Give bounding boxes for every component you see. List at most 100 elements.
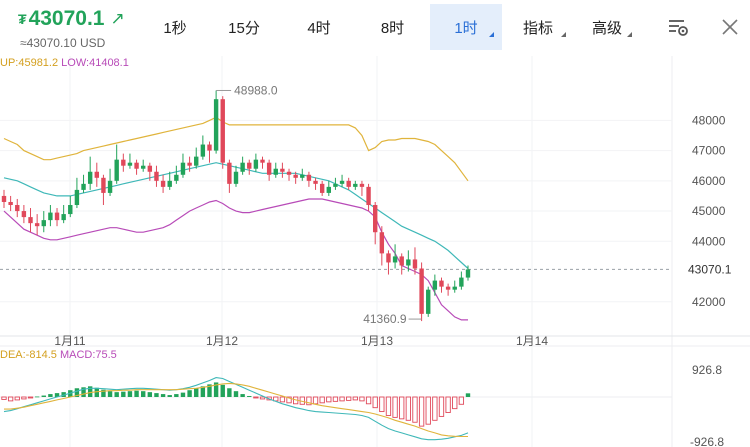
macd-bar	[114, 392, 119, 397]
candle-body	[306, 174, 312, 181]
macd-bar	[452, 396, 458, 410]
close-icon[interactable]	[719, 16, 741, 38]
macd-bar	[312, 396, 319, 405]
candle-body	[167, 180, 172, 187]
macd-value: MACD:75.5	[59, 349, 117, 361]
low-price-label: 41360.9	[363, 312, 407, 326]
candle-body	[41, 220, 46, 227]
candle-body	[392, 256, 398, 263]
macd-top-tick: 926.8	[692, 363, 722, 377]
candle-body	[326, 186, 331, 193]
candlestick-chart[interactable]: 48000 47000 46000 45000 44000 42000 1月11 1月12 1月…	[0, 56, 750, 447]
macd-bar	[399, 396, 405, 420]
candle-body	[227, 162, 232, 184]
dropdown-triangle-icon	[627, 32, 632, 37]
dea-value: DEA:-814.5	[0, 349, 57, 361]
macd-bar	[339, 396, 345, 402]
candle-body	[213, 99, 219, 151]
macd-bar	[107, 391, 113, 397]
macd-bar	[167, 395, 172, 397]
tab-label: 1时	[454, 19, 478, 37]
tab-label: 指标	[522, 19, 553, 37]
macd-bar	[121, 391, 126, 397]
candle-body	[101, 177, 106, 193]
macd-bar	[233, 391, 239, 397]
candle-body	[465, 269, 471, 278]
arrow-up-right-icon: ↗	[110, 9, 125, 28]
macd-bar	[359, 396, 365, 402]
macd-bar	[247, 396, 252, 397]
last-price-label: 43070.1	[688, 262, 732, 276]
macd-bar	[412, 396, 418, 423]
macd-bar	[405, 396, 411, 421]
timeframe-tabs: 1秒 15分 4时 8时 1时 指标 高级	[145, 4, 640, 50]
candle-body	[406, 259, 411, 266]
macd-bar	[279, 396, 286, 403]
candle-body	[353, 183, 358, 187]
macd-bar	[227, 388, 232, 397]
tab-1h[interactable]: 1时	[430, 4, 502, 50]
candle-body	[399, 256, 404, 266]
y-tick-label: 46000	[692, 174, 726, 188]
macd-bar	[1, 396, 7, 400]
dropdown-triangle-icon	[561, 32, 566, 37]
dif-line	[3, 377, 469, 441]
candle-body	[293, 174, 298, 178]
candle-body	[174, 174, 179, 181]
candle-body	[313, 180, 318, 184]
y-tick-label: 44000	[692, 234, 726, 248]
x-tick-label: 1月12	[206, 334, 238, 348]
price-value: 43070.1	[28, 7, 105, 30]
currency-symbol: ₮	[18, 11, 27, 27]
candle-body	[147, 165, 153, 172]
macd-bar	[21, 396, 27, 400]
boll-low-value: LOW:41408.1	[61, 57, 129, 69]
candle-body	[359, 183, 365, 187]
macd-bar	[379, 396, 385, 413]
tab-1s[interactable]: 1秒	[145, 4, 205, 50]
indicators-menu[interactable]: 指标	[502, 4, 574, 50]
candle-body	[220, 99, 225, 163]
candle-body	[286, 171, 292, 175]
candle-body	[28, 217, 33, 224]
candle-body	[273, 168, 278, 175]
fiat-price: ≈43070.10 USD	[20, 36, 106, 50]
candle-body	[68, 205, 73, 215]
candle-body	[452, 286, 457, 290]
macd-bar	[418, 396, 425, 427]
macd-bar	[147, 392, 153, 397]
header: ₮ 43070.1 ↗ ≈43070.10 USD 1秒 15分 4时 8时 1…	[0, 0, 750, 56]
candle-body	[280, 168, 285, 172]
macd-bar	[365, 396, 372, 405]
dropdown-triangle-icon	[489, 32, 494, 37]
high-price-label: 48988.0	[234, 83, 278, 97]
macd-bar	[319, 396, 325, 404]
candle-body	[333, 183, 338, 187]
tab-15m[interactable]: 15分	[205, 4, 283, 50]
x-tick-label: 1月13	[361, 334, 393, 348]
macd-bar	[14, 396, 20, 401]
candle-body	[15, 205, 20, 212]
tab-8h[interactable]: 8时	[355, 4, 430, 50]
macd-bar	[432, 396, 438, 421]
tab-4h[interactable]: 4时	[283, 4, 355, 50]
macd-bar	[174, 394, 179, 397]
axis-labels: 48000 47000 46000 45000 44000 42000 1月11 1月12 1月…	[54, 83, 731, 447]
macd-bar	[127, 391, 133, 397]
candle-body	[432, 280, 438, 290]
macd-bar	[141, 391, 146, 397]
macd-bar	[34, 396, 40, 398]
advanced-menu[interactable]: 高级	[574, 4, 640, 50]
x-tick-label: 1月14	[516, 334, 548, 348]
candle-body	[48, 212, 53, 221]
chart-settings-icon[interactable]	[667, 16, 689, 38]
candle-body	[21, 211, 27, 218]
candle-body	[114, 159, 119, 181]
y-tick-label: 42000	[692, 295, 726, 309]
macd-bar	[445, 396, 451, 413]
macd-bottom-tick: -926.8	[690, 435, 724, 447]
candle-body	[300, 174, 305, 178]
candle-body	[87, 171, 93, 184]
candle-body	[459, 277, 464, 287]
candle-body	[207, 144, 212, 151]
